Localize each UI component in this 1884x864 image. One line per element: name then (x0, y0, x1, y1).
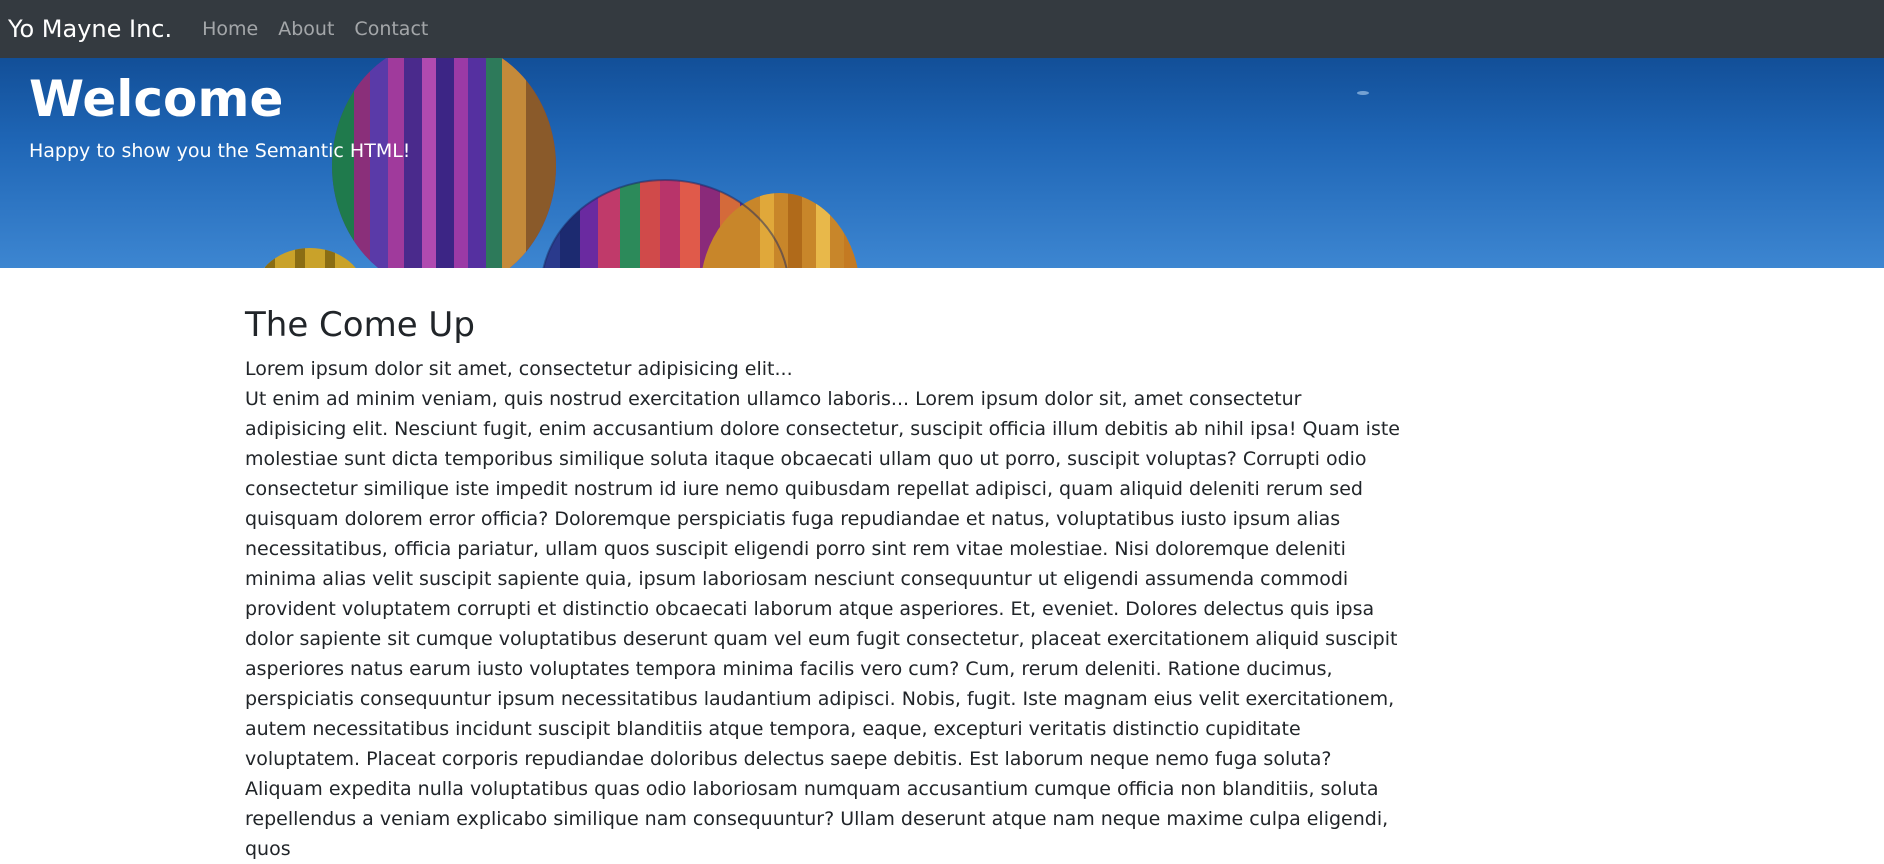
nav-link-contact[interactable]: Contact (354, 18, 428, 40)
brand-link[interactable]: Yo Mayne Inc. (8, 15, 172, 43)
intro-paragraph: Lorem ipsum dolor sit amet, consectetur … (245, 357, 793, 380)
hero-subtitle: Happy to show you the Semantic HTML! (29, 140, 411, 162)
hero-banner: Welcome Happy to show you the Semantic H… (0, 58, 1884, 268)
navbar: Yo Mayne Inc. Home About Contact (0, 0, 1884, 58)
main-content: The Come Up Lorem ipsum dolor sit amet, … (245, 305, 1405, 864)
nav-links: Home About Contact (202, 18, 448, 40)
nav-link-about[interactable]: About (278, 18, 334, 40)
hero-title: Welcome (29, 70, 284, 128)
nav-link-home[interactable]: Home (202, 18, 258, 40)
section-title: The Come Up (245, 305, 475, 345)
body-paragraph: Ut enim ad minim veniam, quis nostrud ex… (245, 387, 1400, 860)
